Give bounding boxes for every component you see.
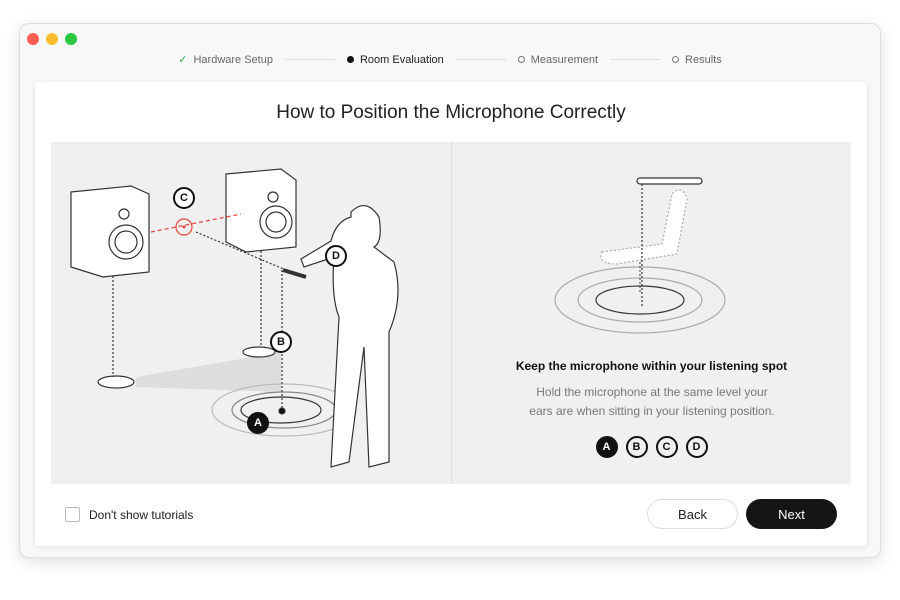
marker-c: C (173, 187, 195, 209)
maximize-button[interactable] (65, 33, 77, 45)
minimize-button[interactable] (46, 33, 58, 45)
marker-d: D (325, 245, 347, 267)
legend-d: D (685, 436, 708, 458)
next-button[interactable]: Next (746, 499, 837, 529)
illustration-panel: A B C D Keep the microphone within your … (51, 142, 851, 484)
tutorial-card: How to Position the Microphone Correctly… (35, 82, 867, 546)
page-title: How to Position the Microphone Correctly (276, 102, 626, 123)
step-hardware-setup: ✓ Hardware Setup (178, 53, 273, 67)
divider (284, 59, 335, 60)
divider (455, 59, 506, 60)
tip-description: Hold the microphone at the same level yo… (529, 385, 775, 418)
marker-legend: A B C D (452, 436, 851, 458)
app-window: ✓ Hardware Setup Room Evaluation Measurem… (19, 23, 881, 558)
tip-heading: Keep the microphone within your listenin… (515, 359, 788, 373)
step-room-evaluation: Room Evaluation (346, 54, 444, 66)
current-step-icon (346, 56, 354, 63)
marker-a: A (247, 412, 269, 434)
step-results: Results (672, 54, 722, 66)
marker-b: B (270, 331, 292, 353)
step-measurement: Measurement (517, 54, 598, 66)
room-illustration: A B C D (51, 142, 451, 484)
chair-illustration (554, 177, 726, 334)
close-button[interactable] (27, 33, 39, 45)
legend-b: B (625, 436, 648, 458)
divider (610, 59, 661, 60)
stepper: ✓ Hardware Setup Room Evaluation Measurem… (20, 53, 880, 67)
tip-section: Keep the microphone within your listenin… (451, 142, 851, 484)
pending-step-icon (517, 56, 525, 63)
pending-step-icon (672, 56, 680, 63)
legend-c: C (655, 436, 678, 458)
check-icon: ✓ (178, 54, 188, 66)
legend-a: A (595, 436, 618, 458)
checkbox[interactable] (65, 507, 80, 522)
speaker-setup-illustration (70, 168, 399, 468)
dont-show-tutorials-checkbox[interactable]: Don't show tutorials (65, 507, 193, 522)
back-button[interactable]: Back (647, 499, 738, 529)
